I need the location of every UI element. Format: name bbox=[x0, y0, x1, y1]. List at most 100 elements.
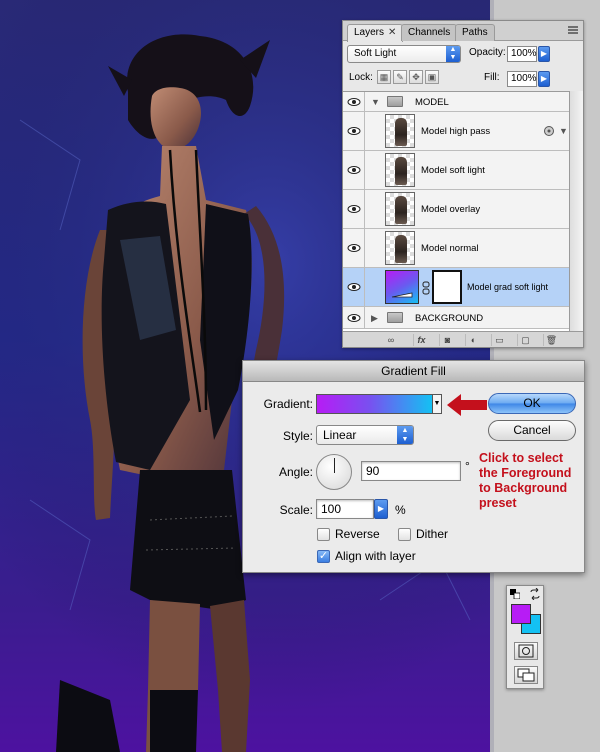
smart-filter-icon[interactable] bbox=[543, 125, 555, 137]
tools-palette bbox=[506, 585, 544, 689]
layer-name: Model grad soft light bbox=[467, 282, 549, 292]
new-layer-icon[interactable]: ▢ bbox=[517, 334, 533, 346]
tab-paths[interactable]: Paths bbox=[455, 24, 495, 41]
visibility-toggle[interactable] bbox=[343, 268, 365, 306]
default-colors-icon[interactable] bbox=[510, 589, 520, 599]
callout-line: preset bbox=[479, 496, 517, 510]
foreground-color-swatch[interactable] bbox=[511, 604, 531, 624]
lock-position-move-icon[interactable]: ✥ bbox=[409, 70, 423, 84]
layers-panel-tabs: Layers ✕ Channels Paths bbox=[343, 21, 583, 42]
quick-mask-button[interactable] bbox=[514, 642, 538, 660]
opacity-label: Opacity: bbox=[469, 47, 506, 58]
visibility-toggle[interactable] bbox=[343, 190, 365, 228]
visibility-toggle[interactable] bbox=[343, 92, 365, 111]
blend-mode-select[interactable]: Soft Light ▲ ▼ bbox=[347, 45, 461, 63]
opacity-input[interactable]: 100% bbox=[507, 46, 537, 62]
gradient-picker-arrow-icon[interactable]: ▼ bbox=[433, 394, 442, 414]
layer-row[interactable]: Model high pass ▼ bbox=[343, 112, 569, 151]
scale-label: Scale: bbox=[279, 503, 313, 517]
trash-icon[interactable]: 🗑 bbox=[543, 334, 559, 346]
eye-icon bbox=[347, 283, 361, 291]
new-group-icon[interactable]: ▭ bbox=[491, 334, 507, 346]
layer-name: Model normal bbox=[421, 243, 479, 254]
layer-group-model[interactable]: ▼ MODEL bbox=[343, 92, 569, 112]
eye-icon bbox=[347, 205, 361, 213]
add-mask-icon[interactable]: ◙ bbox=[439, 334, 455, 346]
fill-label: Fill: bbox=[484, 72, 500, 83]
eye-icon bbox=[347, 127, 361, 135]
group-name: BACKGROUND bbox=[415, 313, 484, 324]
layer-row[interactable]: Model normal bbox=[343, 229, 569, 268]
blend-mode-value: Soft Light bbox=[354, 48, 397, 59]
swap-colors-icon[interactable] bbox=[529, 588, 541, 600]
callout-line: Click to select bbox=[479, 451, 564, 465]
align-label: Align with layer bbox=[335, 549, 416, 563]
reverse-checkbox[interactable] bbox=[317, 528, 330, 541]
scale-slider-button[interactable]: ▶ bbox=[374, 499, 388, 519]
lock-all-icon[interactable]: ▣ bbox=[425, 70, 439, 84]
gradient-fill-thumbnail[interactable] bbox=[385, 270, 419, 304]
filter-expand-icon[interactable]: ▼ bbox=[559, 126, 568, 136]
tab-layers[interactable]: Layers ✕ bbox=[347, 24, 404, 42]
visibility-toggle[interactable] bbox=[343, 112, 365, 150]
fill-input[interactable]: 100% bbox=[507, 71, 537, 87]
lock-image-brush-icon[interactable]: ✎ bbox=[393, 70, 407, 84]
layer-thumbnail bbox=[385, 153, 415, 187]
expand-triangle-icon[interactable]: ▼ bbox=[371, 97, 380, 107]
lock-transparent-icon[interactable]: ▦ bbox=[377, 70, 391, 84]
layers-list: ▼ MODEL Model high pass ▼ Model soft lig… bbox=[343, 91, 569, 332]
angle-input[interactable]: 90 bbox=[361, 461, 461, 481]
layer-mask-thumbnail[interactable] bbox=[432, 270, 462, 304]
eye-icon bbox=[347, 244, 361, 252]
lock-label: Lock: bbox=[349, 72, 373, 83]
angle-label: Angle: bbox=[278, 465, 313, 479]
panel-menu-icon[interactable] bbox=[567, 25, 579, 35]
layers-footer: ∞ fx ◙ ◐ ▭ ▢ 🗑 bbox=[343, 331, 583, 347]
angle-dial[interactable] bbox=[316, 454, 352, 490]
layer-thumbnail bbox=[385, 231, 415, 265]
collapse-triangle-icon[interactable]: ▶ bbox=[371, 313, 378, 324]
gradient-fill-dialog: Gradient Fill Gradient: ▼ OK Cancel Styl… bbox=[242, 360, 585, 573]
select-arrows-icon: ▲ ▼ bbox=[397, 426, 413, 444]
link-chain-icon[interactable] bbox=[422, 281, 430, 295]
cancel-button[interactable]: Cancel bbox=[488, 420, 576, 441]
adjustment-layer-icon[interactable]: ◐ bbox=[465, 334, 481, 346]
select-arrows-icon: ▲ ▼ bbox=[446, 46, 460, 62]
tab-channels[interactable]: Channels bbox=[401, 24, 458, 41]
layer-row[interactable]: Model soft light bbox=[343, 151, 569, 190]
visibility-toggle[interactable] bbox=[343, 151, 365, 189]
opacity-slider-button[interactable]: ▶ bbox=[538, 46, 550, 62]
folder-icon bbox=[387, 312, 403, 323]
screen-mode-button[interactable] bbox=[514, 666, 538, 684]
style-label: Style: bbox=[282, 429, 313, 443]
scale-input[interactable]: 100 bbox=[316, 499, 374, 519]
fx-button[interactable]: fx bbox=[413, 334, 429, 346]
eye-icon bbox=[347, 166, 361, 174]
red-arrow-icon bbox=[447, 394, 487, 416]
scale-unit: % bbox=[395, 503, 406, 517]
callout-line: to Background bbox=[479, 481, 568, 495]
callout-note: Click to select the Foreground to Backgr… bbox=[479, 451, 581, 511]
folder-icon bbox=[387, 96, 403, 107]
dither-label: Dither bbox=[416, 527, 449, 541]
gradient-swatch[interactable] bbox=[316, 394, 433, 414]
layers-panel: Layers ✕ Channels Paths Soft Light ▲ ▼ Opa… bbox=[342, 20, 584, 348]
visibility-toggle[interactable] bbox=[343, 307, 365, 328]
visibility-toggle[interactable] bbox=[343, 229, 365, 267]
ok-button[interactable]: OK bbox=[488, 393, 576, 414]
layer-row-selected[interactable]: Model grad soft light bbox=[343, 268, 569, 307]
layer-thumbnail bbox=[385, 192, 415, 226]
screen-mode-icon bbox=[517, 668, 535, 682]
layer-group-background[interactable]: ▶ BACKGROUND bbox=[343, 307, 569, 329]
fill-slider-button[interactable]: ▶ bbox=[538, 71, 550, 87]
link-layers-icon[interactable]: ∞ bbox=[383, 334, 399, 346]
dither-checkbox[interactable] bbox=[398, 528, 411, 541]
style-value: Linear bbox=[323, 428, 357, 442]
layer-row[interactable]: Model overlay bbox=[343, 190, 569, 229]
layers-scrollbar[interactable] bbox=[569, 91, 583, 332]
close-icon[interactable]: ✕ bbox=[388, 27, 396, 38]
gradient-fill-glyph-icon bbox=[391, 292, 413, 298]
style-select[interactable]: Linear ▲ ▼ bbox=[316, 425, 414, 445]
eye-icon bbox=[347, 314, 361, 322]
align-with-layer-checkbox[interactable]: ✓ bbox=[317, 550, 330, 563]
